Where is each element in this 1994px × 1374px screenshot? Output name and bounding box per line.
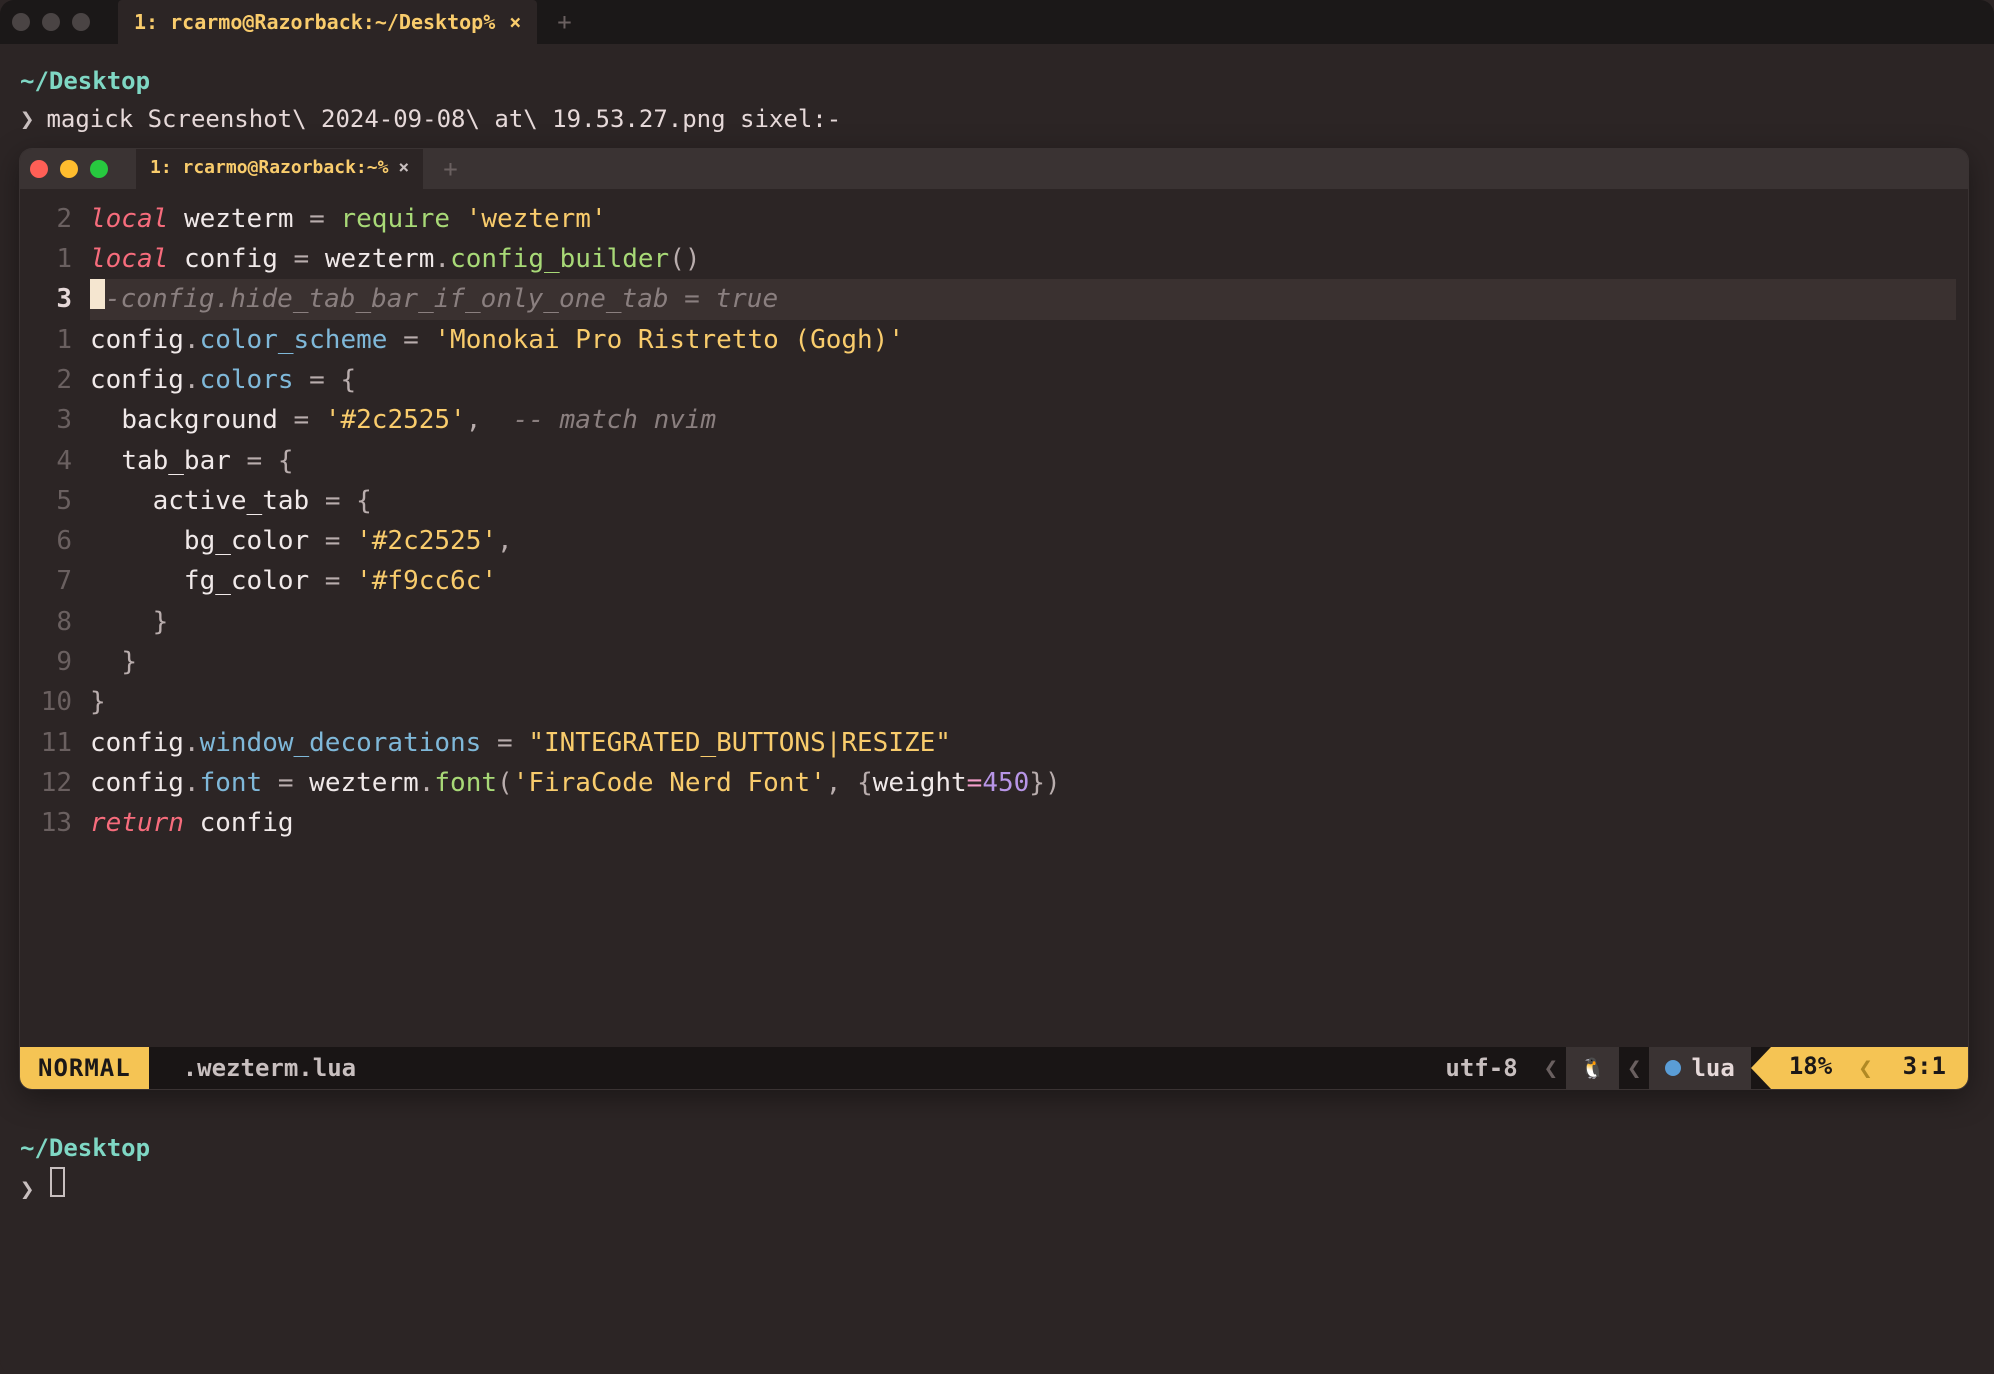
gutter: 3 bbox=[20, 400, 90, 440]
outer-terminal-body[interactable]: ~/Desktop ❯ magick Screenshot\ 2024-09-0… bbox=[0, 44, 1994, 1374]
separator-icon: ❮ bbox=[1619, 1047, 1649, 1089]
inner-traffic-lights bbox=[30, 160, 126, 178]
editor-statusline: NORMAL .wezterm.lua utf-8 ❮ 🐧 ❮ lua 18% … bbox=[20, 1047, 1968, 1089]
inner-close-icon[interactable] bbox=[30, 160, 48, 178]
prompt-symbol-icon: ❯ bbox=[20, 1170, 34, 1208]
outer-traffic-lights bbox=[12, 13, 108, 31]
gutter: 10 bbox=[20, 682, 90, 722]
editor-pane[interactable]: 2 local wezterm = require 'wezterm' 1 lo… bbox=[20, 189, 1968, 1047]
prompt-line-2: ❯ bbox=[20, 1167, 1974, 1208]
code-line: 5 active_tab = { bbox=[20, 481, 1956, 521]
separator-icon bbox=[1751, 1047, 1771, 1089]
status-spacer bbox=[374, 1047, 1427, 1089]
prompt-path-2: ~/Desktop bbox=[20, 1129, 1974, 1167]
status-percent: 18% bbox=[1771, 1047, 1850, 1089]
gutter-current: 3 bbox=[20, 279, 90, 319]
gutter: 13 bbox=[20, 803, 90, 843]
code-line: 4 tab_bar = { bbox=[20, 441, 1956, 481]
inner-maximize-icon[interactable] bbox=[90, 160, 108, 178]
gutter: 8 bbox=[20, 602, 90, 642]
status-position: 3:1 bbox=[1881, 1047, 1968, 1089]
code-line: 10 } bbox=[20, 682, 1956, 722]
inner-titlebar: 1: rcarmo@Razorback:~% × + bbox=[20, 149, 1968, 189]
maximize-window-icon[interactable] bbox=[72, 13, 90, 31]
tux-icon: 🐧 bbox=[1580, 1052, 1605, 1084]
outer-titlebar: 1: rcarmo@Razorback:~/Desktop% × + bbox=[0, 0, 1994, 44]
separator-icon: ❮ bbox=[1850, 1047, 1880, 1089]
code-line: 13 return config bbox=[20, 803, 1956, 843]
status-language-label: lua bbox=[1691, 1049, 1734, 1087]
gutter: 11 bbox=[20, 723, 90, 763]
inner-new-tab-button[interactable]: + bbox=[433, 150, 467, 188]
status-filename: .wezterm.lua bbox=[149, 1047, 374, 1089]
inner-tab-title: 1: rcarmo@Razorback:~% bbox=[150, 154, 388, 183]
new-tab-button[interactable]: + bbox=[547, 8, 581, 36]
prompt-path: ~/Desktop bbox=[20, 62, 1974, 100]
inner-window: 1: rcarmo@Razorback:~% × + 2 local wezte… bbox=[20, 149, 1968, 1089]
command-text: magick Screenshot\ 2024-09-08\ at\ 19.53… bbox=[46, 100, 841, 138]
outer-tab-title: 1: rcarmo@Razorback:~/Desktop% bbox=[134, 10, 495, 34]
code-line: 7 fg_color = '#f9cc6c' bbox=[20, 561, 1956, 601]
code-line: 11 config.window_decorations = "INTEGRAT… bbox=[20, 723, 1956, 763]
code-line: 2 config.colors = { bbox=[20, 360, 1956, 400]
code-line: 2 local wezterm = require 'wezterm' bbox=[20, 199, 1956, 239]
code-line: 8 } bbox=[20, 602, 1956, 642]
gutter: 5 bbox=[20, 481, 90, 521]
separator-icon: ❮ bbox=[1536, 1047, 1566, 1089]
gutter: 9 bbox=[20, 642, 90, 682]
gutter: 6 bbox=[20, 521, 90, 561]
gutter: 12 bbox=[20, 763, 90, 803]
gutter: 1 bbox=[20, 320, 90, 360]
code-line: 1 config.color_scheme = 'Monokai Pro Ris… bbox=[20, 320, 1956, 360]
code-line-current: 3 -config.hide_tab_bar_if_only_one_tab =… bbox=[20, 279, 1956, 319]
gutter: 7 bbox=[20, 561, 90, 601]
code-line: 3 background = '#2c2525', -- match nvim bbox=[20, 400, 1956, 440]
terminal-cursor-icon[interactable] bbox=[50, 1167, 65, 1197]
gutter: 4 bbox=[20, 441, 90, 481]
minimize-window-icon[interactable] bbox=[42, 13, 60, 31]
outer-terminal-window: 1: rcarmo@Razorback:~/Desktop% × + ~/Des… bbox=[0, 0, 1994, 1374]
code-line: 6 bg_color = '#2c2525', bbox=[20, 521, 1956, 561]
close-window-icon[interactable] bbox=[12, 13, 30, 31]
gutter: 2 bbox=[20, 199, 90, 239]
gutter: 2 bbox=[20, 360, 90, 400]
gutter: 1 bbox=[20, 239, 90, 279]
inner-close-tab-icon[interactable]: × bbox=[398, 154, 409, 183]
lua-icon bbox=[1665, 1060, 1681, 1076]
code-line: 9 } bbox=[20, 642, 1956, 682]
prompt-command-line: ❯ magick Screenshot\ 2024-09-08\ at\ 19.… bbox=[20, 100, 1974, 138]
code-line: 1 local config = wezterm.config_builder(… bbox=[20, 239, 1956, 279]
prompt-symbol-icon: ❯ bbox=[20, 100, 34, 138]
inner-tab-active[interactable]: 1: rcarmo@Razorback:~% × bbox=[136, 149, 423, 189]
close-tab-icon[interactable]: × bbox=[509, 10, 521, 34]
status-language: lua bbox=[1649, 1047, 1750, 1089]
cursor-icon bbox=[90, 279, 105, 309]
status-mode: NORMAL bbox=[20, 1047, 149, 1089]
status-os: 🐧 bbox=[1566, 1047, 1619, 1089]
code-line: 12 config.font = wezterm.font('FiraCode … bbox=[20, 763, 1956, 803]
outer-tab-active[interactable]: 1: rcarmo@Razorback:~/Desktop% × bbox=[118, 0, 537, 44]
status-encoding: utf-8 bbox=[1427, 1047, 1535, 1089]
inner-minimize-icon[interactable] bbox=[60, 160, 78, 178]
